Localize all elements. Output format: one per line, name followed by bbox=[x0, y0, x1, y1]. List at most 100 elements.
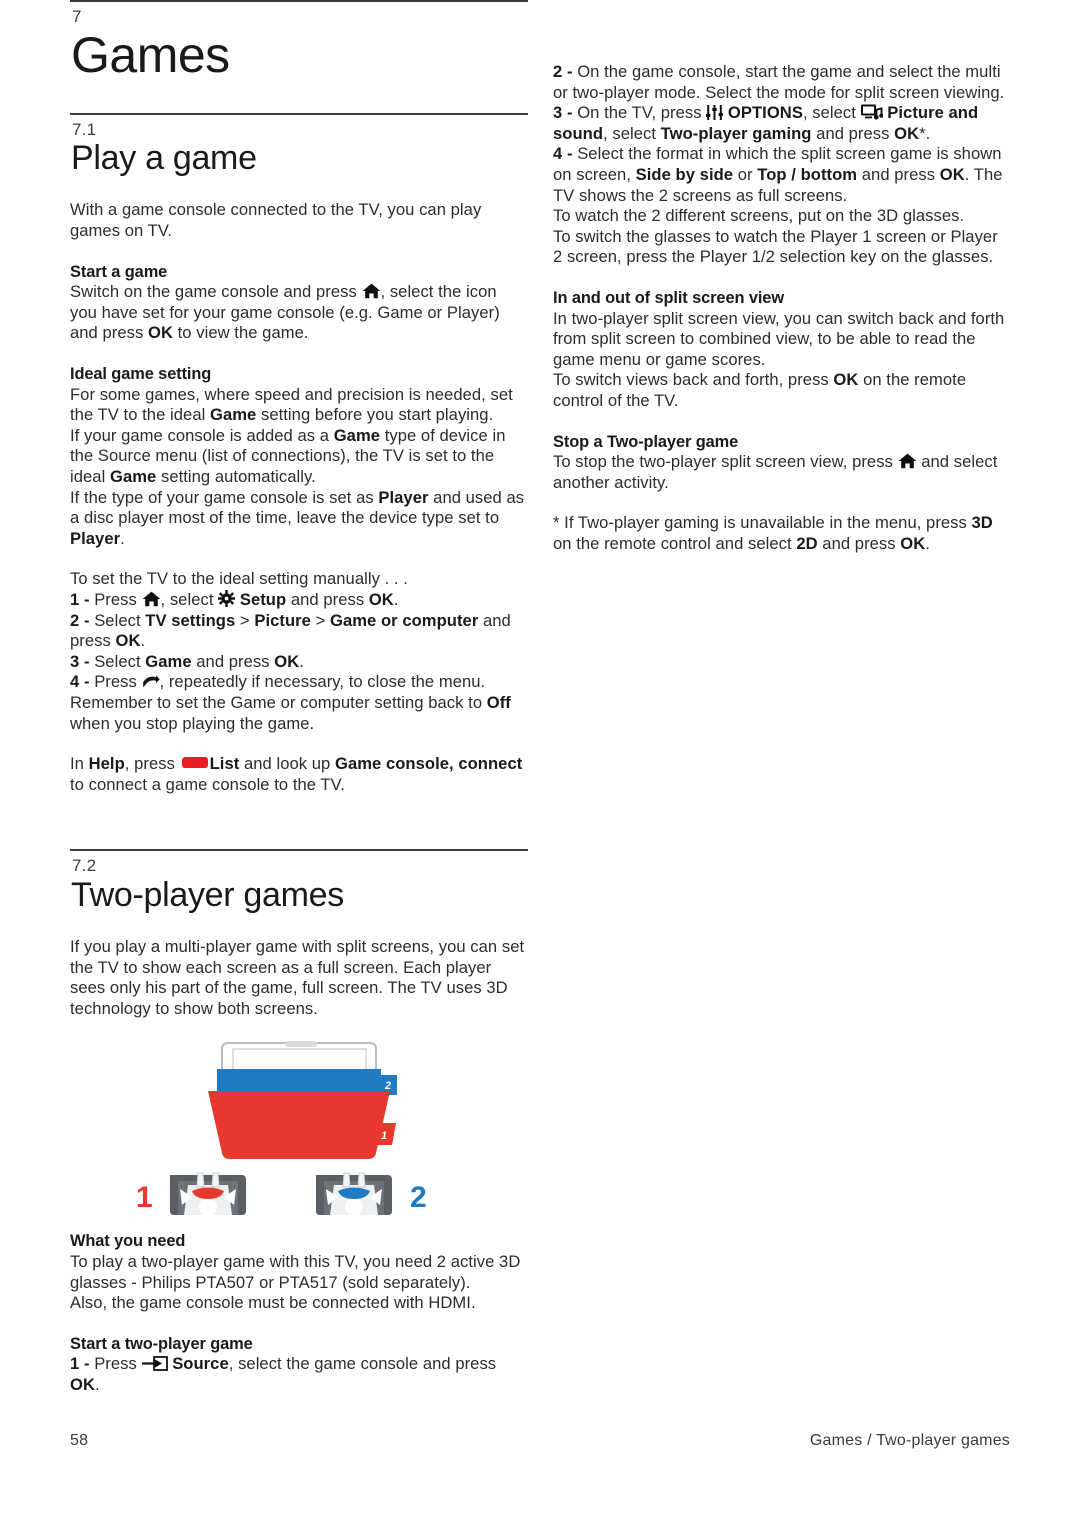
right-glasses-text: To watch the 2 different screens, put on… bbox=[553, 206, 965, 226]
game-term-3: Game bbox=[109, 467, 157, 486]
start-game-text-c: to view the game. bbox=[172, 323, 309, 343]
setup-term: Setup bbox=[239, 589, 287, 609]
3d-term: 3D bbox=[971, 513, 993, 533]
step-1-c: . bbox=[95, 1375, 100, 1395]
step-1-b: , select the game console and press bbox=[228, 1354, 497, 1374]
remember-a: Remember to set the Game or computer set… bbox=[70, 692, 487, 712]
footnote-a: * If Two-player gaming is unavailable in… bbox=[553, 513, 972, 533]
step-4-b: , repeatedly if necessary, to close the … bbox=[159, 672, 486, 692]
step-1-c: and press bbox=[286, 589, 369, 609]
right-column: 2 - On the game console, start the game … bbox=[553, 0, 1011, 554]
page-number: 58 bbox=[70, 1432, 89, 1449]
ok-label: OK bbox=[147, 323, 173, 343]
help-term: Help bbox=[88, 754, 125, 774]
chapter-number: 7 bbox=[72, 7, 82, 26]
step-3-d: and press bbox=[811, 123, 895, 143]
chapter-rule bbox=[70, 0, 528, 2]
step-4-a: Press bbox=[94, 672, 142, 692]
player-2-label: 2 bbox=[410, 1181, 427, 1214]
home-icon bbox=[898, 453, 917, 469]
what-you-need-p1: To play a two-player game with this TV, … bbox=[70, 1252, 521, 1292]
two-player-intro: If you play a multi-player game with spl… bbox=[70, 937, 525, 1018]
two-player-illustration: 2 1 1 2 bbox=[70, 1035, 528, 1217]
right-step-4: 4 - Select the format in which the split… bbox=[553, 144, 1011, 206]
step-3-number: 3 - bbox=[70, 651, 95, 671]
footnote-text: * If Two-player gaming is unavailable in… bbox=[553, 513, 1011, 554]
ideal-setting-p3: If the type of your game console is set … bbox=[70, 488, 528, 550]
section-rule-71 bbox=[70, 112, 528, 115]
chapter-title: Games bbox=[71, 26, 230, 83]
step-1-a: Press bbox=[94, 1354, 142, 1374]
screen-tab-2-label: 2 bbox=[384, 1080, 391, 1092]
step-1-d: . bbox=[393, 589, 399, 609]
screen-tab-1-label: 1 bbox=[381, 1130, 387, 1142]
help-b: , press bbox=[124, 754, 180, 774]
player-term-2: Player bbox=[70, 528, 121, 548]
ideal-p1-b: setting before you start playing. bbox=[256, 405, 494, 425]
section-number-72: 7.2 bbox=[72, 856, 97, 876]
footnote-b: on the remote control and select bbox=[553, 533, 797, 553]
game-term-1: Game bbox=[210, 405, 257, 425]
ok-label: OK bbox=[115, 631, 141, 651]
back-arrow-icon bbox=[142, 675, 160, 689]
game-or-computer-term: Game or computer bbox=[330, 610, 479, 630]
step-1-a: Press bbox=[94, 589, 142, 609]
step-4-c: and press bbox=[857, 164, 940, 184]
stop-two-player-heading: Stop a Two-player game bbox=[553, 432, 739, 451]
step-2-number: 2 - bbox=[70, 610, 95, 630]
ok-label: OK bbox=[368, 589, 394, 609]
manual-step-4: 4 - Press , repeatedly if necessary, to … bbox=[70, 672, 528, 693]
step-4-b: or bbox=[733, 164, 758, 184]
manual-lead: To set the TV to the ideal setting manua… bbox=[70, 569, 408, 589]
right-step-2: 2 - On the game console, start the game … bbox=[553, 62, 1011, 103]
game-console-connect-term: Game console, connect bbox=[334, 754, 523, 774]
tv-settings-term: TV settings bbox=[145, 610, 236, 630]
off-term: Off bbox=[486, 692, 511, 712]
ideal-p3-c: . bbox=[120, 528, 125, 548]
step-2-text: On the game console, start the game and … bbox=[553, 62, 1005, 102]
ok-label: OK bbox=[939, 164, 965, 184]
game-term-4: Game bbox=[145, 651, 192, 671]
step-2-gt2: > bbox=[310, 610, 330, 630]
section-title-71: Play a game bbox=[71, 139, 257, 178]
ok-label: OK bbox=[70, 1375, 95, 1395]
footnote-c: and press bbox=[817, 533, 901, 553]
step-2-gt1: > bbox=[235, 610, 255, 630]
ideal-setting-p1: For some games, where speed and precisio… bbox=[70, 385, 528, 426]
source-term: Source bbox=[172, 1354, 229, 1374]
step-2-number: 2 - bbox=[553, 62, 578, 81]
step-3-c: , select bbox=[603, 123, 661, 143]
ok-label: OK bbox=[900, 533, 926, 553]
player-2-seat bbox=[316, 1172, 392, 1217]
manual-step-2: 2 - Select TV settings > Picture > Game … bbox=[70, 611, 528, 652]
remember-b: when you stop playing the game. bbox=[70, 713, 315, 733]
ok-label: OK bbox=[894, 123, 920, 143]
help-lookup-text: In Help, press List and look up Game con… bbox=[70, 754, 528, 795]
options-sliders-icon bbox=[706, 105, 724, 121]
start-a-game-text: Switch on the game console and press , s… bbox=[70, 282, 528, 344]
ideal-setting-p2: If your game console is added as a Game … bbox=[70, 426, 528, 488]
step-3-a: Select bbox=[94, 651, 146, 671]
source-icon bbox=[141, 1356, 168, 1372]
in-and-out-p2-a: To switch views back and forth, press bbox=[553, 370, 834, 390]
player-1-seat bbox=[170, 1172, 246, 1217]
start-game-text-a: Switch on the game console and press bbox=[70, 282, 362, 302]
ideal-p2-c: setting automatically. bbox=[156, 467, 316, 486]
step-3-b: and press bbox=[191, 651, 275, 671]
manual-step-1: 1 - Press , select Setup and press OK. bbox=[70, 589, 528, 611]
help-a: In bbox=[70, 754, 89, 774]
step-4-number: 4 - bbox=[70, 672, 95, 692]
home-icon bbox=[362, 283, 381, 299]
two-player-illustration-svg: 2 1 1 2 bbox=[136, 1041, 427, 1217]
help-d: to connect a game console to the TV. bbox=[70, 774, 345, 794]
what-you-need-heading: What you need bbox=[70, 1232, 186, 1251]
stop-two-player-text: To stop the two-player split screen view… bbox=[553, 452, 1011, 493]
help-c: and look up bbox=[239, 754, 335, 774]
manual-page: 7 Games 7.1 Play a game With a game cons… bbox=[70, 0, 1010, 1528]
in-and-out-heading: In and out of split screen view bbox=[553, 288, 784, 307]
ideal-p2-a: If your game console is added as a bbox=[70, 425, 334, 445]
play-game-intro: With a game console connected to the TV,… bbox=[70, 200, 482, 241]
footnote-d: . bbox=[925, 533, 930, 553]
in-and-out-p1: In two-player split screen view, you can… bbox=[553, 308, 1005, 369]
footer-breadcrumb: Games / Two-player games bbox=[809, 1432, 1010, 1449]
